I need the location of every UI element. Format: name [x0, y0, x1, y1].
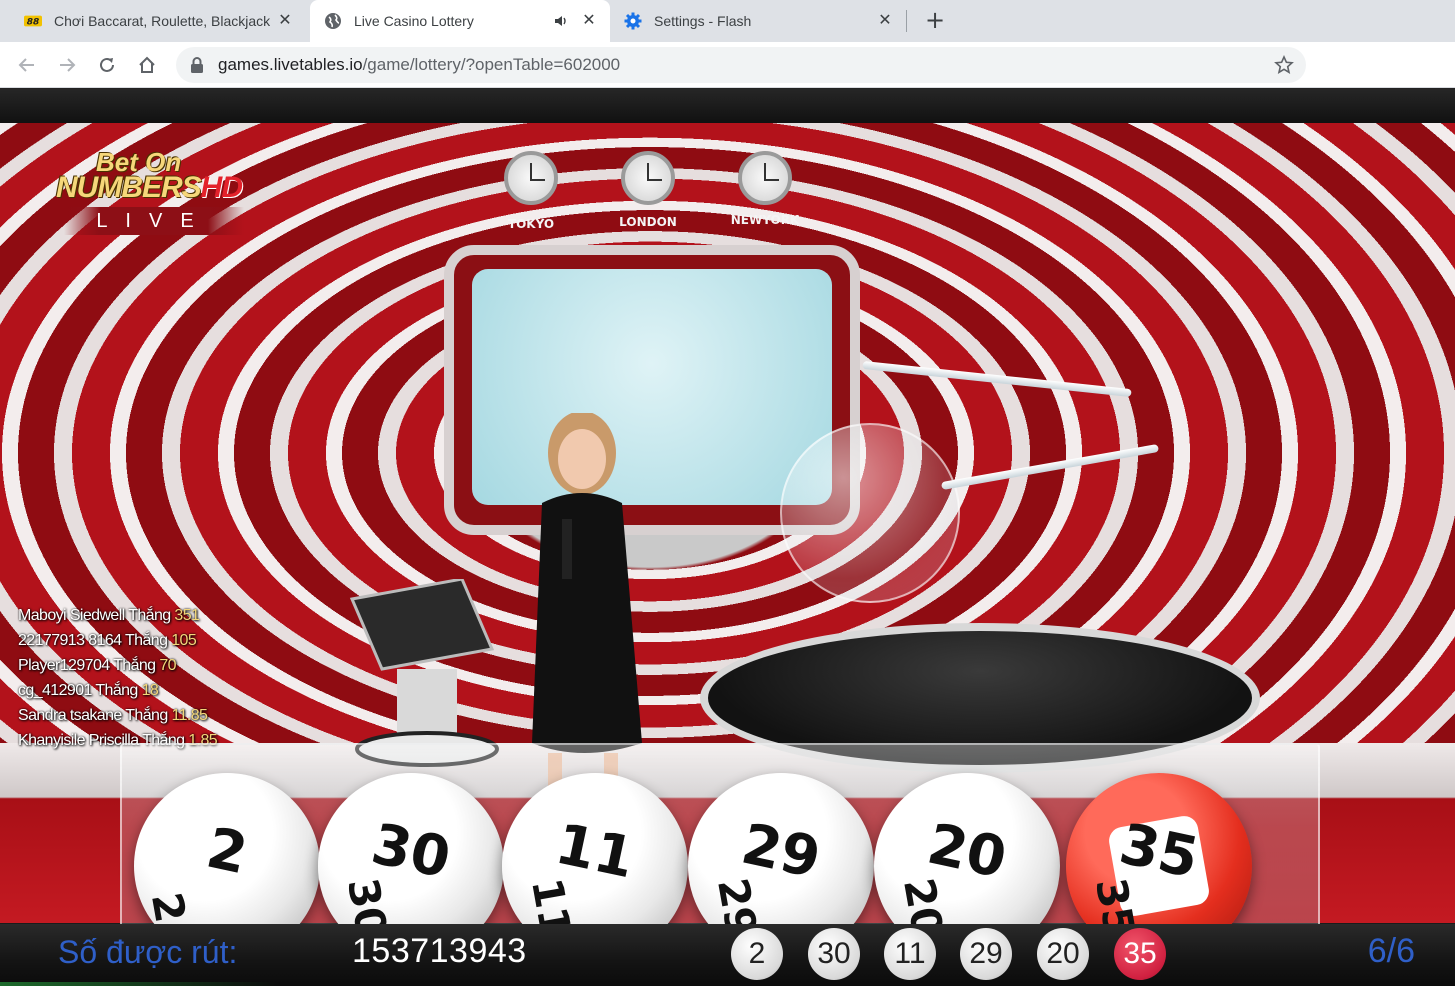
- tab-strip: 88 Chơi Baccarat, Roulette, Blackjack ✕ …: [0, 0, 1455, 42]
- logo-numbers: NUMBERS: [56, 171, 202, 204]
- winner-word: Thắng: [125, 632, 168, 649]
- baccarat-88-icon: 88: [24, 12, 42, 30]
- clock-label-london: LONDON: [619, 215, 677, 229]
- winner-name: Maboyi Siedwell: [18, 607, 125, 624]
- browser-toolbar: games.livetables.io/game/lottery/?openTa…: [0, 42, 1455, 88]
- drawn-numbers-label: Số được rút:: [58, 934, 238, 970]
- reload-icon[interactable]: [94, 52, 120, 78]
- winner-amount: 70: [159, 657, 176, 674]
- drawn-number-ball-highlight: 35: [1114, 928, 1166, 980]
- logo-live: LIVE: [64, 207, 244, 235]
- tab-baccarat[interactable]: 88 Chơi Baccarat, Roulette, Blackjack ✕: [10, 0, 306, 42]
- winner-amount: 105: [171, 632, 197, 649]
- gear-icon: [624, 12, 642, 30]
- logo-line-2: NUMBERSHD: [56, 171, 243, 205]
- winner-word: Thắng: [128, 607, 171, 624]
- close-tab-icon[interactable]: ✕: [580, 12, 598, 30]
- tab-separator: [906, 10, 907, 32]
- drawn-count: 6/6: [1367, 932, 1415, 970]
- winner-row: Player129704 Thắng 70: [18, 653, 278, 678]
- presenter-desk: [349, 579, 499, 767]
- lock-icon[interactable]: [190, 57, 204, 73]
- winner-word: Thắng: [113, 657, 156, 674]
- bet-on-numbers-logo: Bet On NUMBERSHD LIVE: [54, 147, 254, 247]
- back-arrow-icon[interactable]: [14, 52, 40, 78]
- drawn-number-ball: 29: [960, 928, 1012, 980]
- ball-rail: [940, 443, 1160, 491]
- winner-row: cg_412901 Thắng 18: [18, 678, 278, 703]
- ball-rail: [862, 360, 1132, 398]
- winner-row: Maboyi Siedwell Thắng 351: [18, 603, 278, 628]
- drawn-number-ball: 11: [884, 928, 936, 980]
- url-host: games.livetables.io: [218, 55, 363, 74]
- logo-hd: HD: [200, 171, 243, 204]
- url-path: /game/lottery/?openTable=602000: [362, 55, 621, 74]
- tab-live-casino-lottery[interactable]: Live Casino Lottery ✕: [310, 0, 610, 42]
- tab-settings-flash[interactable]: Settings - Flash ✕: [610, 0, 906, 42]
- lottery-drawing-machine: [780, 423, 960, 603]
- clock-label-newyork: NEWYORK: [730, 213, 800, 227]
- clock-icon: [621, 151, 675, 205]
- clock-icon: [504, 151, 558, 205]
- globe-icon: [324, 12, 342, 30]
- ball-number: 2: [141, 888, 196, 927]
- winner-name: Player129704: [18, 657, 110, 674]
- tab-title: Settings - Flash: [654, 13, 752, 29]
- bookmark-star-icon[interactable]: [1274, 55, 1294, 75]
- drawn-number-ball: 20: [1037, 928, 1089, 980]
- close-tab-icon[interactable]: ✕: [876, 12, 894, 30]
- url-text[interactable]: games.livetables.io/game/lottery/?openTa…: [218, 55, 620, 75]
- game-top-strip: [0, 89, 1455, 123]
- winner-row: 22177913 8164 Thắng 105: [18, 628, 278, 653]
- winner-row: Sandra tsakane Thắng 11.85: [18, 703, 278, 728]
- speaker-icon[interactable]: [552, 12, 570, 30]
- winner-name: 22177913 8164: [18, 632, 122, 649]
- home-icon[interactable]: [134, 52, 160, 78]
- drawn-number-ball: 2: [731, 928, 783, 980]
- draw-info-bar: Số được rút: 153713943 2 30 11 29 20 35 …: [0, 924, 1455, 986]
- tab-title: Chơi Baccarat, Roulette, Blackjack: [54, 13, 270, 29]
- winner-amount: 11.85: [171, 707, 208, 724]
- winner-word: Thắng: [95, 682, 138, 699]
- winner-name: cg_412901: [18, 682, 92, 699]
- winner-amount: 18: [141, 682, 159, 699]
- clock-label-tokyo: TOKYO: [507, 217, 555, 231]
- new-tab-plus-icon[interactable]: +: [921, 6, 949, 34]
- winner-amount: 351: [174, 607, 200, 624]
- winner-name: Sandra tsakane: [18, 707, 122, 724]
- draw-id: 153713943: [352, 932, 527, 970]
- close-tab-icon[interactable]: ✕: [276, 12, 294, 30]
- live-lottery-game: TOKYO LONDON NEWYORK Bet On NUMBERSHD LI…: [0, 89, 1455, 986]
- live-video-stream: TOKYO LONDON NEWYORK Bet On NUMBERSHD LI…: [0, 123, 1455, 959]
- winner-word: Thắng: [125, 707, 168, 724]
- svg-text:88: 88: [27, 18, 40, 27]
- clock-icon: [738, 151, 792, 205]
- winners-list: Maboyi Siedwell Thắng 351 22177913 8164 …: [18, 603, 278, 753]
- address-bar[interactable]: games.livetables.io/game/lottery/?openTa…: [176, 47, 1306, 83]
- ball-number: 2: [201, 815, 253, 888]
- tab-title: Live Casino Lottery: [354, 13, 474, 29]
- forward-arrow-icon[interactable]: [54, 52, 80, 78]
- drawn-number-ball: 30: [808, 928, 860, 980]
